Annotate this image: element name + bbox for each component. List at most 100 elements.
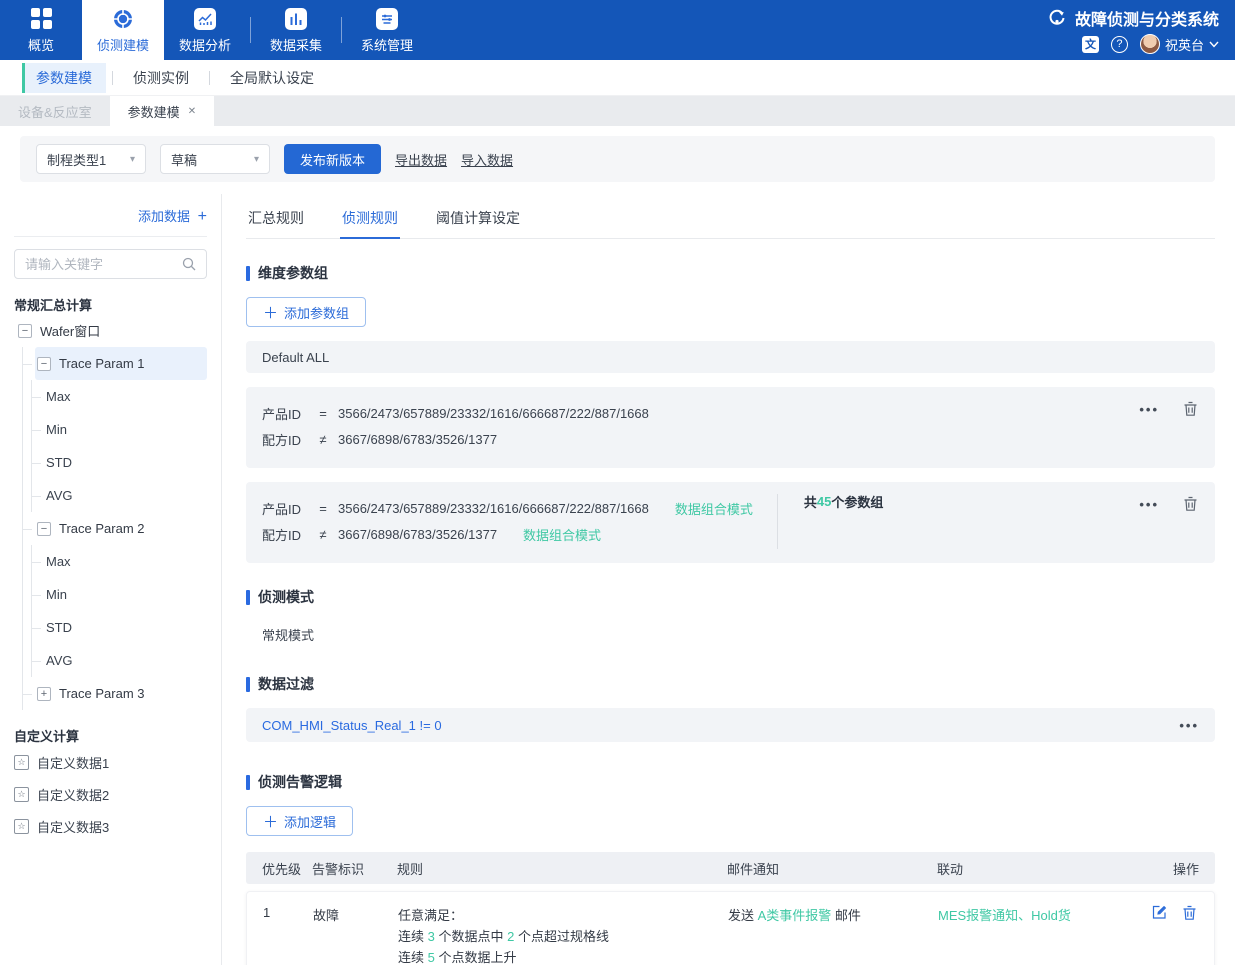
param-operator: =: [314, 501, 332, 516]
tree-node-label: Trace Param 1: [59, 356, 145, 371]
process-type-select[interactable]: 制程类型1 ▾: [36, 144, 146, 174]
search-icon: [182, 257, 196, 271]
alert-table-header: 优先级告警标识规则邮件通知联动操作: [246, 852, 1215, 884]
subnav-item-3[interactable]: 全局默认设定: [216, 63, 328, 93]
top-nav-settings[interactable]: 系统管理: [346, 0, 428, 60]
section-bar: [246, 590, 250, 605]
tree-leaf-std[interactable]: STD: [32, 446, 207, 479]
collapse-icon[interactable]: −: [37, 357, 51, 371]
sidebar-search: [14, 249, 207, 279]
top-nav-label: 概览: [28, 35, 54, 54]
param-field: 产品ID: [262, 499, 314, 518]
system-title: 故障侦测与分类系统: [1075, 6, 1219, 30]
rule-tab-2[interactable]: 侦测规则: [340, 202, 400, 238]
data-filter-row: COM_HMI_Status_Real_1 != 0 •••: [246, 708, 1215, 742]
tree-leaf-min[interactable]: Min: [32, 413, 207, 446]
add-data-button[interactable]: 添加数据 +: [14, 206, 207, 237]
section-detect-mode-title: 侦测模式: [246, 587, 1215, 607]
toolbar-wrap: 制程类型1 ▾ 草稿 ▾ 发布新版本 导出数据 导入数据: [0, 126, 1235, 194]
user-menu[interactable]: 祝英台: [1140, 34, 1219, 54]
import-data-link[interactable]: 导入数据: [461, 150, 513, 169]
trash-icon[interactable]: [1182, 905, 1198, 921]
rule-line: 连续 3 个数据点中 2 个点超过规格线: [398, 926, 728, 947]
user-avatar: [1140, 34, 1160, 54]
data-combine-mode-link[interactable]: 数据组合模式: [523, 525, 601, 544]
param-group-card-2: 产品ID=3566/2473/657889/23332/1616/666687/…: [246, 482, 1215, 563]
custom-data-item-2[interactable]: ☆自定义数据2: [14, 779, 207, 809]
custom-data-item-1[interactable]: ☆自定义数据1: [14, 747, 207, 777]
custom-data-item-3[interactable]: ☆自定义数据3: [14, 811, 207, 841]
tree-leaf-max[interactable]: Max: [32, 545, 207, 578]
export-data-link[interactable]: 导出数据: [395, 150, 447, 169]
tree-leaf-max[interactable]: Max: [32, 380, 207, 413]
tree-leaf-min[interactable]: Min: [32, 578, 207, 611]
expand-icon[interactable]: +: [37, 687, 51, 701]
collapse-icon[interactable]: −: [37, 522, 51, 536]
process-type-value: 制程类型1: [47, 150, 106, 169]
alert-col-header: 优先级: [262, 859, 312, 878]
tree-node-param-1[interactable]: −Trace Param 1: [35, 347, 207, 380]
close-icon[interactable]: ✕: [188, 106, 196, 117]
star-icon: ☆: [14, 819, 29, 834]
param-field: 配方ID: [262, 430, 314, 449]
translate-icon[interactable]: 文: [1082, 36, 1099, 53]
trash-icon[interactable]: [1183, 496, 1199, 512]
help-icon[interactable]: ?: [1111, 36, 1128, 53]
top-nav-dashboard[interactable]: 概览: [0, 0, 82, 60]
more-icon[interactable]: •••: [1139, 402, 1159, 417]
tree-leaf-std[interactable]: STD: [32, 611, 207, 644]
status-select[interactable]: 草稿 ▾: [160, 144, 270, 174]
alert-col-header: 操作: [1143, 859, 1199, 878]
tree-leaf-avg[interactable]: AVG: [32, 644, 207, 677]
add-logic-button[interactable]: ＋ 添加逻辑: [246, 806, 353, 836]
trash-icon[interactable]: [1183, 401, 1199, 417]
subnav-item-2[interactable]: 侦测实例: [119, 63, 203, 93]
data-combine-mode-link[interactable]: 数据组合模式: [675, 499, 753, 518]
card-actions: •••: [1139, 496, 1199, 512]
window-tab-label: 设备&反应室: [18, 102, 92, 121]
param-field: 产品ID: [262, 404, 314, 423]
collapse-icon[interactable]: −: [18, 324, 32, 338]
tag-cell: 故障: [313, 905, 398, 924]
default-all-row[interactable]: Default ALL: [246, 341, 1215, 373]
top-nav-label: 系统管理: [361, 35, 413, 54]
window-tab-1[interactable]: 设备&反应室: [0, 96, 110, 126]
more-icon[interactable]: •••: [1179, 718, 1199, 733]
top-nav-line-chart[interactable]: 数据分析: [164, 0, 246, 60]
top-nav-target[interactable]: 侦测建模: [82, 0, 164, 60]
window-tab-bar: 设备&反应室 参数建模 ✕: [0, 96, 1235, 126]
alert-col-header: 联动: [937, 859, 1143, 878]
add-logic-label: 添加逻辑: [284, 812, 336, 831]
linkage-cell: MES报警通知、Hold货: [938, 905, 1142, 924]
rule-tab-1[interactable]: 汇总规则: [246, 202, 306, 238]
alert-rule-row: 1故障任意满足：连续 3 个数据点中 2 个点超过规格线连续 5 个点数据上升发…: [246, 891, 1215, 965]
tree-node-param-2[interactable]: −Trace Param 2: [35, 512, 207, 545]
rule-tab-3[interactable]: 阈值计算设定: [434, 202, 522, 238]
tree-node-root[interactable]: −Wafer窗口: [16, 314, 207, 347]
add-param-group-button[interactable]: ＋ 添加参数组: [246, 297, 366, 327]
publish-version-button[interactable]: 发布新版本: [284, 144, 381, 174]
subnav-divider: [112, 71, 113, 85]
param-condition: 配方ID≠3667/6898/6783/3526/1377数据组合模式: [262, 525, 753, 544]
subnav-item-1[interactable]: 参数建模: [22, 63, 106, 93]
mail-cell: 发送 A类事件报警 邮件: [728, 905, 938, 924]
param-group-card-1: 产品ID=3566/2473/657889/23332/1616/666687/…: [246, 387, 1215, 468]
top-nav-bar-chart[interactable]: 数据采集: [255, 0, 337, 60]
window-tab-label: 参数建模: [128, 102, 180, 121]
highlight-value: MES报警通知、Hold货: [938, 908, 1071, 923]
more-icon[interactable]: •••: [1139, 497, 1159, 512]
plus-icon: ＋: [263, 811, 278, 832]
alert-col-header: 邮件通知: [727, 859, 937, 878]
tree-leaf-avg[interactable]: AVG: [32, 479, 207, 512]
alert-col-header: 告警标识: [312, 859, 397, 878]
subnav-divider: [209, 71, 210, 85]
tree-group2-title: 自定义计算: [14, 726, 207, 745]
edit-icon[interactable]: [1152, 905, 1168, 921]
tree-node-param-3[interactable]: +Trace Param 3: [35, 677, 207, 710]
highlight-value: 45: [817, 494, 831, 509]
param-value: 3667/6898/6783/3526/1377: [338, 527, 497, 542]
window-tab-2[interactable]: 参数建模 ✕: [110, 96, 214, 126]
filter-expression[interactable]: COM_HMI_Status_Real_1 != 0: [262, 718, 442, 733]
search-input[interactable]: [25, 257, 176, 272]
param-operator: ≠: [314, 527, 332, 542]
